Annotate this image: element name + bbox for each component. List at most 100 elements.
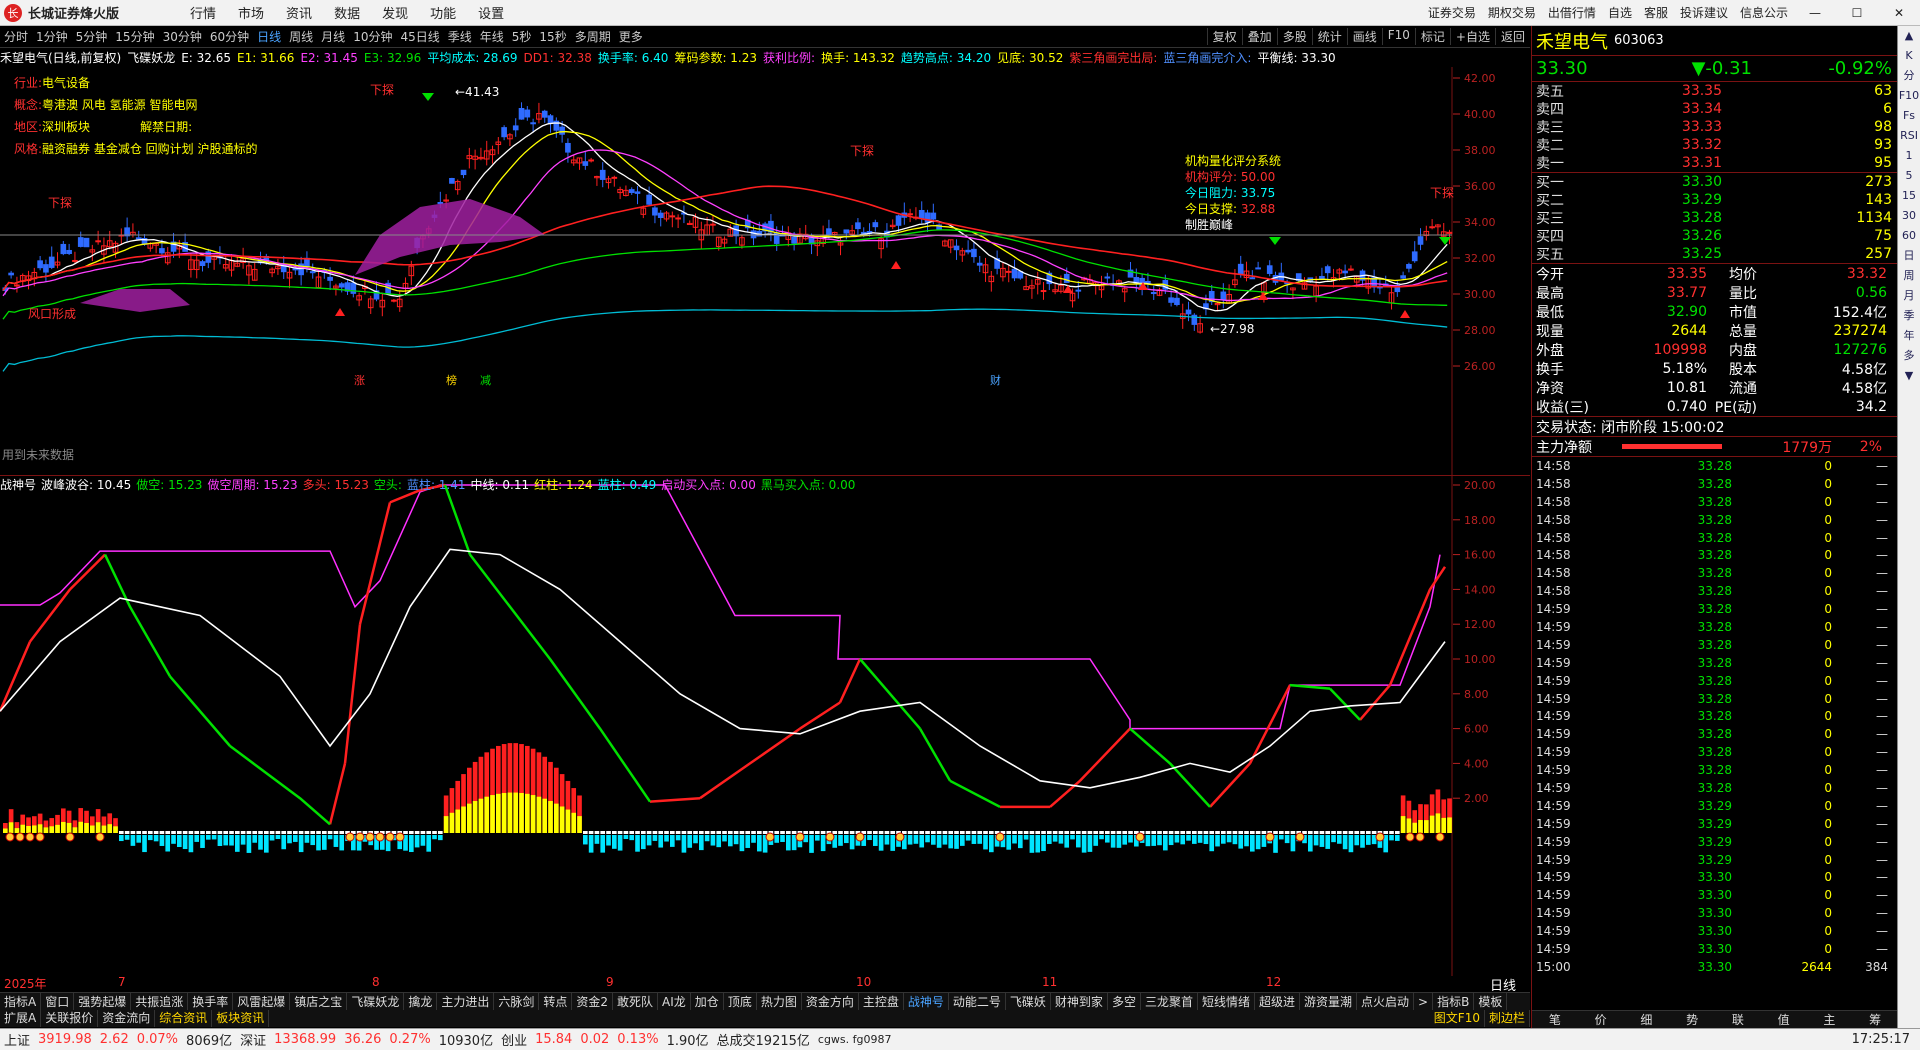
chart-tool-button[interactable]: +自选 [1449, 28, 1495, 45]
title-link[interactable]: 客服 [1644, 4, 1668, 21]
period-tab[interactable]: 分时 [4, 28, 28, 45]
toolbar-button[interactable]: 60 [1902, 229, 1916, 243]
toolbar-button[interactable]: 30 [1902, 209, 1916, 223]
indicator-tab[interactable]: 飞碟妖龙 [347, 993, 405, 1010]
period-tab[interactable]: 日线 [257, 28, 281, 45]
toolbar-button[interactable]: 周 [1904, 269, 1915, 283]
indicator-tab[interactable]: 短线情绪 [1198, 993, 1255, 1010]
indicator-tab[interactable]: 指标A [0, 993, 42, 1010]
period-tab[interactable]: 月线 [321, 28, 345, 45]
toolbar-button[interactable]: K [1905, 49, 1912, 63]
panel-tab[interactable]: 筹 [1852, 1011, 1898, 1028]
indicator-tab[interactable]: 资金2 [572, 993, 614, 1010]
indicator-tab[interactable]: 游资量潮 [1300, 993, 1358, 1010]
indicator-tab[interactable]: 窗口 [41, 993, 75, 1010]
indicator-tab[interactable]: 动能二号 [949, 993, 1006, 1010]
indicator-tab[interactable]: 加仓 [691, 993, 724, 1010]
extension-tab[interactable]: 扩展A [0, 1010, 42, 1027]
maximize-icon[interactable]: ☐ [1842, 6, 1872, 20]
period-tab[interactable]: 30分钟 [163, 28, 202, 45]
indicator-tab[interactable]: 换手率 [188, 993, 234, 1010]
period-tab[interactable]: 周线 [289, 28, 313, 45]
panel-tab[interactable]: 联 [1715, 1011, 1761, 1028]
indicator-tab[interactable]: 顶底 [724, 993, 757, 1010]
indicator-tab[interactable]: AI龙 [658, 993, 691, 1010]
toolbar-button[interactable]: 月 [1904, 289, 1915, 303]
period-tab[interactable]: 季线 [448, 28, 472, 45]
chart-tool-button[interactable]: 叠加 [1241, 28, 1277, 45]
panel-tab[interactable]: 细 [1624, 1011, 1670, 1028]
indicator-tab[interactable]: 点火启动 [1357, 993, 1415, 1010]
indicator-tab[interactable]: 镇店之宝 [290, 993, 348, 1010]
indicator-tab[interactable]: 转点 [539, 993, 573, 1010]
period-tab[interactable]: 45日线 [400, 28, 439, 45]
toolbar-button[interactable]: 15 [1902, 189, 1916, 203]
period-tab[interactable]: 15分钟 [115, 28, 154, 45]
chart-tool-button[interactable]: 复权 [1206, 28, 1242, 45]
toolbar-button[interactable]: 多 [1904, 349, 1915, 363]
indicator-tab[interactable]: 财神到家 [1051, 993, 1108, 1010]
menu-item[interactable]: 行情 [190, 7, 216, 22]
down-arrow-icon[interactable]: ▼ [1905, 369, 1913, 383]
chart-tool-button[interactable]: 返回 [1494, 28, 1530, 45]
title-link[interactable]: 证券交易 [1428, 4, 1476, 21]
panel-tab[interactable]: 值 [1761, 1011, 1807, 1028]
indicator-tab[interactable]: 强势起爆 [74, 993, 132, 1010]
panel-tab[interactable]: 价 [1578, 1011, 1624, 1028]
indicator-tab[interactable]: 主控盘 [859, 993, 904, 1010]
up-arrow-icon[interactable]: ▲ [1905, 29, 1913, 43]
indicator-tab[interactable]: 多空 [1108, 993, 1141, 1010]
period-tab[interactable]: 多周期 [575, 28, 611, 45]
period-tab[interactable]: 60分钟 [210, 28, 249, 45]
period-tab[interactable]: 1分钟 [36, 28, 68, 45]
period-tab[interactable]: 5分钟 [76, 28, 108, 45]
toolbar-button[interactable]: Fs [1903, 109, 1915, 123]
panel-tab[interactable]: 势 [1669, 1011, 1715, 1028]
indicator-tab[interactable]: 三龙聚首 [1141, 993, 1198, 1010]
indicator-tab[interactable]: 风雷起爆 [233, 993, 291, 1010]
indicator-tab[interactable]: > [1414, 993, 1434, 1010]
indicator-tab[interactable]: 资金方向 [802, 993, 859, 1010]
indicator-tab[interactable]: 六脉剑 [494, 993, 540, 1010]
toolbar-button[interactable]: F10 [1899, 89, 1919, 103]
chart-tool-button[interactable]: 统计 [1311, 28, 1347, 45]
title-link[interactable]: 期权交易 [1488, 4, 1536, 21]
chart-tool-button[interactable]: F10 [1381, 28, 1415, 45]
period-tab[interactable]: 5秒 [512, 28, 532, 45]
period-tab[interactable]: 10分钟 [353, 28, 392, 45]
menu-item[interactable]: 发现 [382, 7, 408, 22]
menu-item[interactable]: 市场 [238, 7, 264, 22]
indicator-tab[interactable]: 擒龙 [404, 993, 438, 1010]
toolbar-button[interactable]: 1 [1906, 149, 1913, 163]
indicator-tab[interactable]: 超级进 [1255, 993, 1300, 1010]
chart-tool-button[interactable]: 多股 [1276, 28, 1312, 45]
menu-item[interactable]: 数据 [334, 7, 360, 22]
indicator-tab[interactable]: 热力图 [757, 993, 802, 1010]
chart-tool-button[interactable]: 画线 [1346, 28, 1382, 45]
oscillator-chart[interactable]: 20.0018.0016.0014.0012.0010.008.006.004.… [0, 476, 1530, 976]
close-icon[interactable]: ✕ [1884, 6, 1914, 20]
toolbar-button[interactable]: 年 [1904, 329, 1915, 343]
title-link[interactable]: 自选 [1608, 4, 1632, 21]
extension-tab[interactable]: 资金流向 [98, 1010, 156, 1027]
title-link[interactable]: 投诉建议 [1680, 4, 1728, 21]
indicator-tab[interactable]: 模板 [1474, 993, 1508, 1010]
period-tab[interactable]: 15秒 [539, 28, 566, 45]
toolbar-button[interactable]: RSI [1900, 129, 1918, 143]
panel-tab[interactable]: 主 [1807, 1011, 1853, 1028]
toolbar-button[interactable]: 分 [1904, 69, 1915, 83]
indicator-tab[interactable]: 敢死队 [613, 993, 659, 1010]
minimize-icon[interactable]: — [1800, 6, 1830, 20]
title-link[interactable]: 信息公示 [1740, 4, 1788, 21]
panel-tab[interactable]: 笔 [1532, 1011, 1578, 1028]
indicator-tab[interactable]: 指标B [1433, 993, 1475, 1010]
period-tab[interactable]: 更多 [619, 28, 643, 45]
title-link[interactable]: 出借行情 [1548, 4, 1596, 21]
toolbar-button[interactable]: 季 [1904, 309, 1915, 323]
toolbar-button[interactable]: 5 [1906, 169, 1913, 183]
indicator-tab[interactable]: 飞碟妖 [1006, 993, 1051, 1010]
extension-tab-right[interactable]: 图文F10 [1430, 1010, 1485, 1027]
extension-tab[interactable]: 综合资讯 [155, 1010, 213, 1027]
indicator-tab[interactable]: 主力进出 [437, 993, 495, 1010]
extension-tab[interactable]: 板块资讯 [212, 1010, 270, 1027]
